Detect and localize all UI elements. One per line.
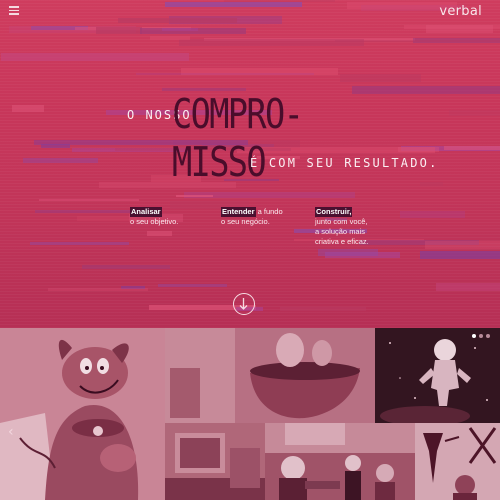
feature-entender: Entender a fundo o seu negócio. bbox=[221, 207, 283, 227]
glitch-stripe bbox=[280, 307, 366, 311]
scroll-down-button[interactable] bbox=[233, 293, 255, 315]
glitch-stripe bbox=[444, 146, 500, 150]
carousel-dot[interactable] bbox=[479, 334, 483, 338]
feature-title: Entender bbox=[221, 207, 256, 217]
gallery-tile-tools[interactable] bbox=[415, 423, 500, 500]
glitch-stripe bbox=[340, 74, 421, 82]
headline-suffix: é com seu resultado. bbox=[250, 156, 439, 170]
glitch-stripe bbox=[150, 36, 190, 40]
glitch-stripe bbox=[176, 195, 213, 197]
carousel-dots bbox=[472, 334, 490, 338]
feature-construir: Construir, junto com você, a solução mai… bbox=[315, 207, 369, 247]
bowl-photo bbox=[165, 328, 375, 423]
glitch-stripe bbox=[420, 251, 500, 259]
feature-text: o seu objetivo. bbox=[130, 217, 179, 226]
glitch-stripe bbox=[96, 27, 142, 34]
glitch-stripe bbox=[449, 110, 500, 116]
chevron-left-icon[interactable]: ‹ bbox=[8, 424, 14, 440]
scooby-doo-illustration bbox=[0, 328, 165, 500]
gallery-tile-astronaut[interactable] bbox=[375, 328, 500, 423]
glitch-stripe bbox=[352, 86, 500, 94]
brand-logo[interactable]: verbal bbox=[439, 4, 482, 19]
feature-text: o seu negócio. bbox=[221, 217, 270, 226]
glitch-stripe bbox=[1, 53, 189, 61]
gallery-tile-room[interactable] bbox=[165, 423, 265, 500]
portfolio-gallery bbox=[0, 328, 500, 500]
glitch-stripe bbox=[118, 18, 237, 23]
glitch-stripe bbox=[30, 242, 129, 245]
glitch-stripe bbox=[23, 158, 98, 163]
glitch-stripe bbox=[436, 283, 500, 291]
glitch-stripe bbox=[426, 25, 493, 33]
hero-section: verbal O nosso COMPRO- MISSO é com seu r… bbox=[0, 0, 500, 328]
glitch-stripe bbox=[136, 73, 314, 75]
hamburger-menu-icon[interactable] bbox=[9, 6, 19, 15]
feature-title: Construir, bbox=[315, 207, 353, 217]
feature-text-line: junto com você, bbox=[315, 217, 368, 226]
glitch-stripe bbox=[318, 249, 378, 256]
room-photo bbox=[165, 423, 265, 500]
carousel-dot[interactable] bbox=[472, 334, 476, 338]
feature-analisar: Analisar o seu objetivo. bbox=[130, 207, 178, 227]
glitch-stripe bbox=[147, 231, 172, 236]
glitch-stripe bbox=[162, 28, 198, 31]
feature-title: Analisar bbox=[130, 207, 162, 217]
glitch-stripe bbox=[425, 241, 500, 249]
headline-big-word-1: COMPRO- bbox=[172, 90, 304, 138]
glitch-stripe bbox=[12, 105, 44, 112]
glitch-stripe bbox=[158, 284, 227, 287]
glitch-stripe bbox=[420, 182, 443, 186]
tools-illustration bbox=[415, 423, 500, 500]
glitch-stripe bbox=[39, 199, 139, 201]
glitch-stripe bbox=[224, 0, 335, 2]
glitch-stripe bbox=[77, 216, 137, 221]
glitch-stripe bbox=[82, 265, 170, 269]
feature-text-line: a solução mais bbox=[315, 227, 366, 236]
glitch-stripe bbox=[165, 2, 302, 7]
astronaut-illustration bbox=[375, 328, 500, 423]
feature-title-suffix: a fundo bbox=[255, 207, 283, 216]
glitch-stripe bbox=[48, 288, 148, 291]
gallery-tile-bowl[interactable] bbox=[165, 328, 375, 423]
glitch-stripe bbox=[400, 211, 465, 218]
arrow-down-icon bbox=[239, 298, 248, 310]
gallery-tile-kids[interactable] bbox=[265, 423, 415, 500]
carousel-dot[interactable] bbox=[486, 334, 490, 338]
feature-text-line: criativa e eficaz. bbox=[315, 237, 369, 246]
glitch-stripe bbox=[179, 39, 364, 46]
glitch-stripe bbox=[398, 147, 439, 152]
kids-photo bbox=[265, 423, 415, 500]
gallery-tile-scooby[interactable] bbox=[0, 328, 165, 500]
